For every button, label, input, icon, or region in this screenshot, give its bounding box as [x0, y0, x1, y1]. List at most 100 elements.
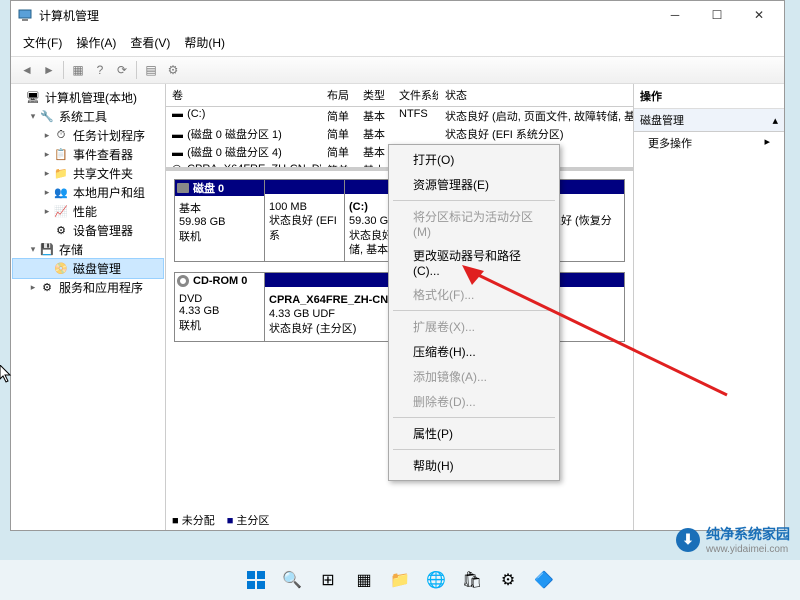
actions-pane: 操作 磁盘管理▴ 更多操作▸	[634, 84, 784, 530]
taskbar[interactable]: 🔍 ⊞ ▦ 📁 🌐 🛍 ⚙ 🔷	[0, 560, 800, 600]
app-icon	[17, 7, 33, 23]
tree-performance[interactable]: ▸📈性能	[13, 202, 163, 221]
cm-delete: 删除卷(D)...	[391, 389, 557, 414]
legend-primary: 主分区	[227, 512, 270, 528]
disk0-label[interactable]: 磁盘 0 基本 59.98 GB 联机	[175, 180, 265, 261]
cm-shrink[interactable]: 压缩卷(H)...	[391, 339, 557, 364]
col-volume[interactable]: 卷	[166, 84, 321, 106]
volume-row[interactable]: ▬ (磁盘 0 磁盘分区 1)简单基本状态良好 (EFI 系统分区)	[166, 125, 633, 143]
separator	[393, 417, 555, 418]
tree-label: 本地用户和组	[73, 184, 145, 201]
widgets-icon[interactable]: ▦	[348, 564, 380, 596]
collapse-icon: ▴	[772, 114, 778, 127]
disk-title: 磁盘 0	[193, 180, 224, 196]
view-list-button[interactable]: ▤	[141, 60, 161, 80]
cm-explorer[interactable]: 资源管理器(E)	[391, 172, 557, 197]
context-menu: 打开(O) 资源管理器(E) 将分区标记为活动分区(M) 更改驱动器号和路径(C…	[388, 144, 560, 481]
actions-section[interactable]: 磁盘管理▴	[634, 109, 784, 132]
volume-list-header[interactable]: 卷 布局 类型 文件系统 状态	[166, 84, 633, 107]
tree-label: 系统工具	[59, 108, 107, 125]
tree-disk-management[interactable]: 📀磁盘管理	[13, 259, 163, 278]
forward-button[interactable]: ►	[39, 60, 59, 80]
disk-state: 联机	[179, 317, 260, 333]
toolbar: ◄ ► ▦ ? ⟳ ▤ ⚙	[11, 56, 784, 84]
actions-more[interactable]: 更多操作▸	[634, 132, 784, 154]
tree-system-tools[interactable]: ▾🔧系统工具	[13, 107, 163, 126]
close-button[interactable]: ✕	[738, 1, 780, 29]
minimize-button[interactable]: ─	[654, 1, 696, 29]
separator	[393, 200, 555, 201]
help-button[interactable]: ?	[90, 60, 110, 80]
edge-icon[interactable]: 🌐	[420, 564, 452, 596]
cm-format: 格式化(F)...	[391, 282, 557, 307]
tree-task-scheduler[interactable]: ▸⏱任务计划程序	[13, 126, 163, 145]
cm-change-letter[interactable]: 更改驱动器号和路径(C)...	[391, 243, 557, 282]
actions-header: 操作	[634, 84, 784, 109]
cm-properties[interactable]: 属性(P)	[391, 421, 557, 446]
tree-device-manager[interactable]: ⚙设备管理器	[13, 221, 163, 240]
tree-root[interactable]: 🖥计算机管理(本地)	[13, 88, 163, 107]
view-settings-button[interactable]: ⚙	[163, 60, 183, 80]
separator	[393, 449, 555, 450]
cdrom0-label[interactable]: CD-ROM 0 DVD 4.33 GB 联机	[175, 273, 265, 341]
show-hide-tree-button[interactable]: ▦	[68, 60, 88, 80]
settings-icon[interactable]: ⚙	[492, 564, 524, 596]
menu-help[interactable]: 帮助(H)	[178, 31, 231, 54]
cdrom-icon	[177, 275, 189, 287]
cm-add-mirror: 添加镜像(A)...	[391, 364, 557, 389]
vol-name: (磁盘 0 磁盘分区 4)	[187, 147, 282, 159]
col-filesystem[interactable]: 文件系统	[393, 84, 439, 106]
chevron-right-icon: ▸	[764, 135, 770, 151]
tree-event-viewer[interactable]: ▸📋事件查看器	[13, 145, 163, 164]
menu-view[interactable]: 查看(V)	[124, 31, 176, 54]
col-status[interactable]: 状态	[439, 84, 633, 106]
legend-unallocated: 未分配	[172, 512, 215, 528]
tree-label: 任务计划程序	[73, 127, 145, 144]
watermark-logo-icon: ⬇	[676, 528, 700, 552]
disk-title: CD-ROM 0	[193, 275, 247, 287]
title-bar[interactable]: 计算机管理 ─ ☐ ✕	[11, 1, 784, 29]
tree-shared-folders[interactable]: ▸📁共享文件夹	[13, 164, 163, 183]
menu-action[interactable]: 操作(A)	[70, 31, 122, 54]
tree-root-label: 计算机管理(本地)	[45, 89, 137, 106]
tree-label: 磁盘管理	[73, 260, 121, 277]
tree-label: 设备管理器	[73, 222, 133, 239]
start-button[interactable]	[240, 564, 272, 596]
window-title: 计算机管理	[39, 7, 654, 24]
tree-label: 共享文件夹	[73, 165, 133, 182]
tree-label: 存储	[59, 241, 83, 258]
menu-file[interactable]: 文件(F)	[17, 31, 68, 54]
tree-label: 事件查看器	[73, 146, 133, 163]
refresh-button[interactable]: ⟳	[112, 60, 132, 80]
maximize-button[interactable]: ☐	[696, 1, 738, 29]
watermark-site: 纯净系统家园	[706, 524, 790, 544]
tree-local-users[interactable]: ▸👥本地用户和组	[13, 183, 163, 202]
col-layout[interactable]: 布局	[321, 84, 357, 106]
tree-pane[interactable]: 🖥计算机管理(本地) ▾🔧系统工具 ▸⏱任务计划程序 ▸📋事件查看器 ▸📁共享文…	[11, 84, 166, 530]
watermark-url: www.yidaimei.com	[706, 544, 790, 555]
separator	[136, 61, 137, 79]
app-icon[interactable]: 🔷	[528, 564, 560, 596]
vol-name: (C:)	[187, 108, 205, 120]
search-icon[interactable]: 🔍	[276, 564, 308, 596]
tree-label: 服务和应用程序	[59, 279, 143, 296]
store-icon[interactable]: 🛍	[456, 564, 488, 596]
taskview-icon[interactable]: ⊞	[312, 564, 344, 596]
volume-row[interactable]: ▬ (C:)简单基本NTFS状态良好 (启动, 页面文件, 故障转储, 基本数据…	[166, 107, 633, 125]
cursor-icon	[0, 365, 12, 383]
vol-name: (磁盘 0 磁盘分区 1)	[187, 129, 282, 141]
tree-storage[interactable]: ▾💾存储	[13, 240, 163, 259]
cm-help[interactable]: 帮助(H)	[391, 453, 557, 478]
separator	[393, 310, 555, 311]
col-type[interactable]: 类型	[357, 84, 393, 106]
back-button[interactable]: ◄	[17, 60, 37, 80]
disk-type: DVD	[179, 293, 260, 305]
cm-open[interactable]: 打开(O)	[391, 147, 557, 172]
explorer-icon[interactable]: 📁	[384, 564, 416, 596]
cm-mark-active: 将分区标记为活动分区(M)	[391, 204, 557, 243]
partition-efi[interactable]: 100 MB状态良好 (EFI 系	[265, 180, 345, 261]
disk-size: 4.33 GB	[179, 305, 260, 317]
tree-label: 性能	[73, 203, 97, 220]
tree-services[interactable]: ▸⚙服务和应用程序	[13, 278, 163, 297]
separator	[63, 61, 64, 79]
